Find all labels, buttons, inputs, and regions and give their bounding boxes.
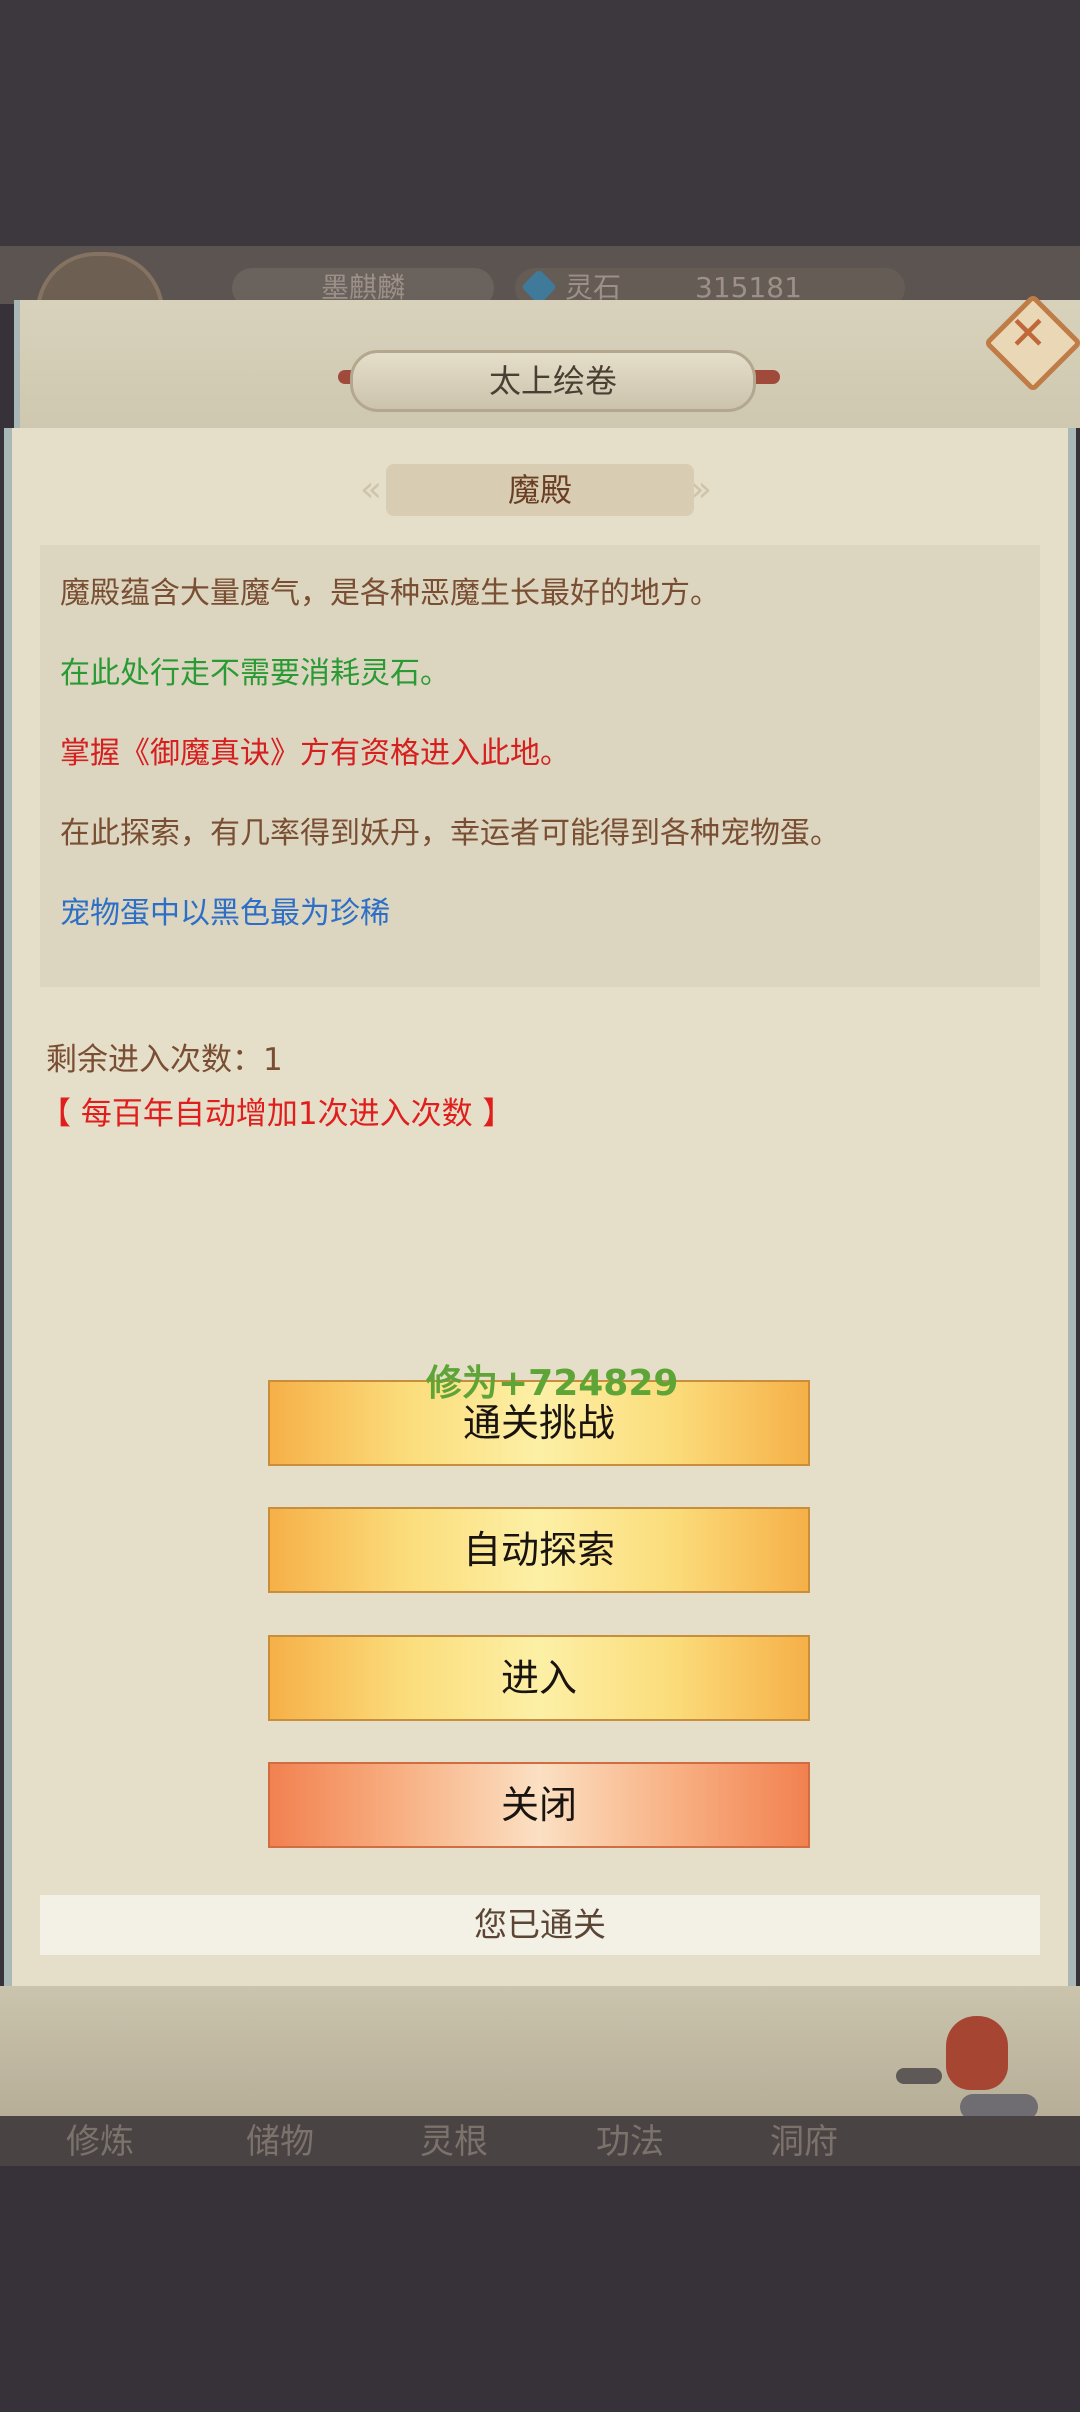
remaining-entries: 剩余进入次数：1: [46, 1042, 283, 1078]
nav-item-cultivate[interactable]: 修炼: [66, 2114, 134, 2163]
bowl-icon: [896, 2068, 942, 2084]
wine-jar-icon[interactable]: [946, 2016, 1008, 2090]
description-line-4: 在此探索，有几率得到妖丹，幸运者可能得到各种宠物蛋。: [60, 816, 840, 851]
cultivation-gain-text: 修为+724829: [426, 1363, 679, 1404]
nav-item-techniques[interactable]: 功法: [596, 2114, 664, 2163]
description-line-2: 在此处行走不需要消耗灵石。: [60, 656, 450, 691]
description-line-3: 掌握《御魔真诀》方有资格进入此地。: [60, 736, 570, 771]
auto-increase-note: 【 每百年自动增加1次进入次数 】: [40, 1096, 514, 1132]
avatar[interactable]: [36, 252, 164, 304]
section-title: 魔殿: [386, 464, 694, 516]
window-title-bar: 太上绘卷: [14, 300, 1080, 428]
status-cleared: 您已通关: [40, 1895, 1040, 1955]
top-background: [0, 0, 1080, 246]
chevron-left-icon: «: [360, 469, 383, 510]
player-hud: 墨麒麟 灵石 315181: [0, 246, 1080, 304]
bottom-scroll: [0, 1986, 1080, 2116]
description-line-1: 魔殿蕴含大量魔气，是各种恶魔生长最好的地方。: [60, 576, 720, 611]
window-title: 太上绘卷: [350, 350, 756, 412]
close-button[interactable]: 关闭: [268, 1762, 810, 1848]
currency-value: 315181: [695, 271, 802, 304]
currency-label: 灵石: [565, 271, 622, 304]
player-name: 墨麒麟: [232, 268, 494, 304]
bottom-nav: [0, 2116, 1080, 2166]
nav-item-spirit-root[interactable]: 灵根: [420, 2114, 488, 2163]
nav-item-storage[interactable]: 储物: [246, 2114, 314, 2163]
nav-item-cave[interactable]: 洞府: [770, 2114, 838, 2163]
close-x-icon: ✕: [1008, 306, 1048, 360]
close-window-button[interactable]: ✕: [983, 293, 1080, 393]
auto-explore-button[interactable]: 自动探索: [268, 1507, 810, 1593]
description-line-5: 宠物蛋中以黑色最为珍稀: [60, 896, 390, 931]
enter-button[interactable]: 进入: [268, 1635, 810, 1721]
